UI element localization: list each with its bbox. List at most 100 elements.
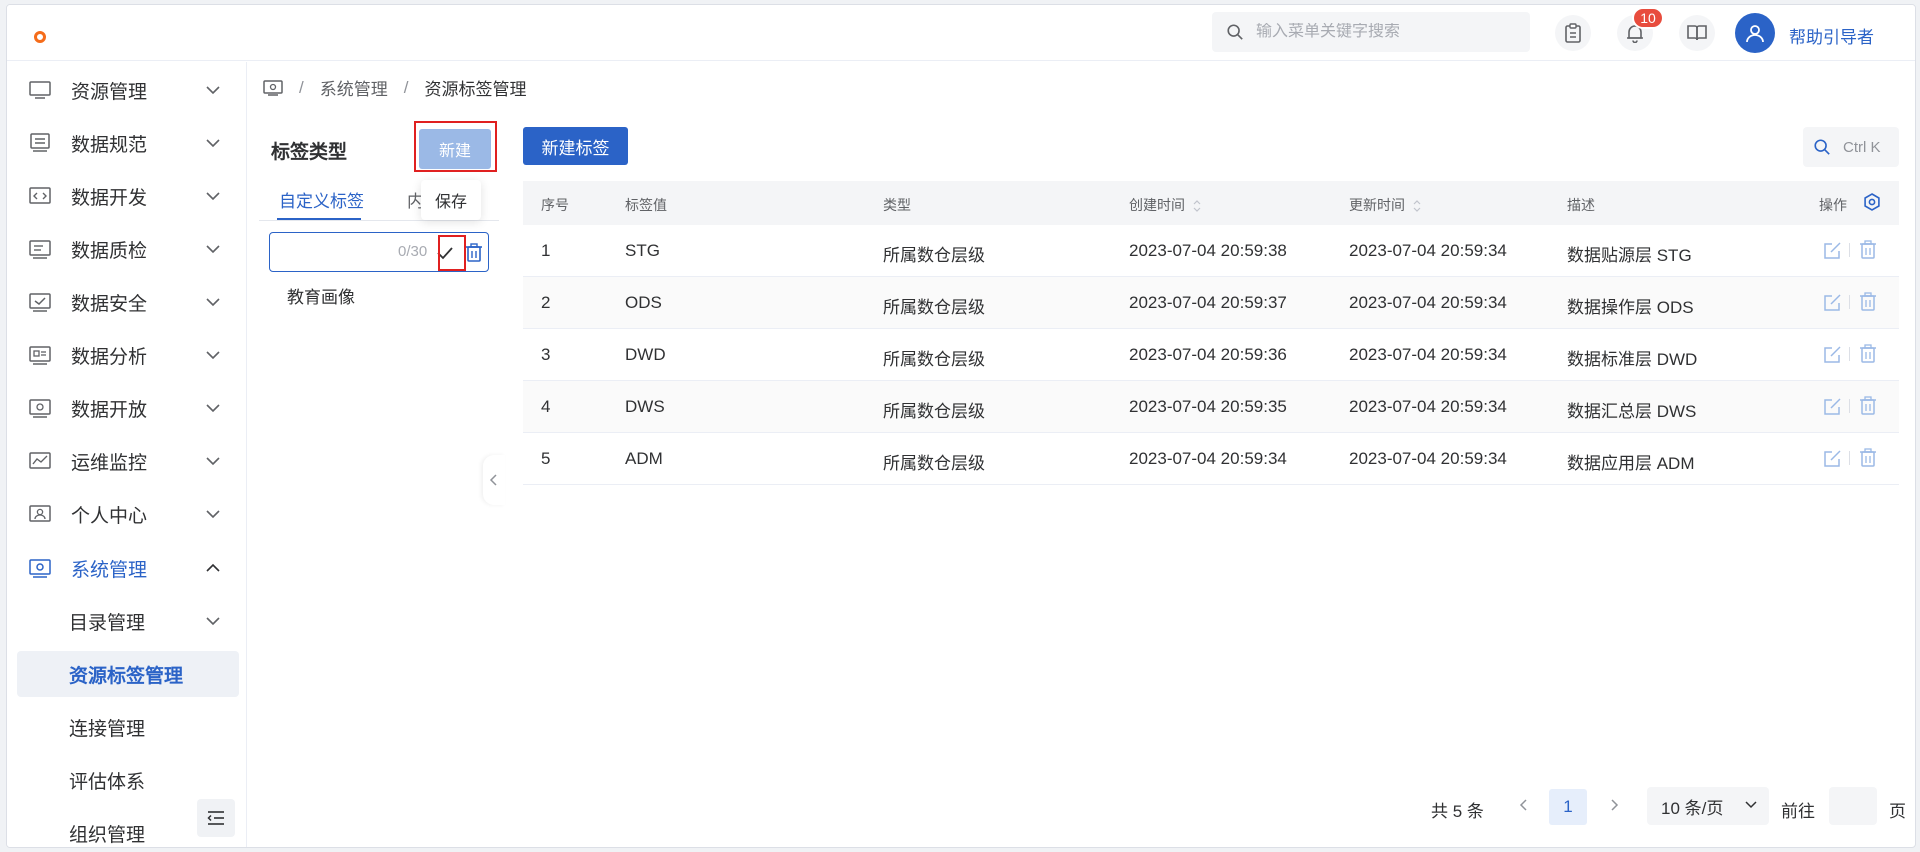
- sidebar-item-quality[interactable]: 数据质检: [7, 227, 246, 271]
- edit-icon[interactable]: [1823, 240, 1843, 260]
- column-header-desc: 描述: [1567, 197, 1595, 213]
- page-size-select[interactable]: 10 条/页: [1647, 787, 1769, 825]
- column-header-label: 创建时间: [1129, 197, 1185, 213]
- save-tooltip: 保存: [421, 180, 481, 220]
- breadcrumb-current: 资源标签管理: [424, 80, 527, 99]
- sidebar-item-resource[interactable]: 资源管理: [7, 68, 246, 112]
- cell-index: 2: [541, 293, 551, 312]
- cell-desc: 数据汇总层 DWS: [1567, 402, 1697, 421]
- guide-book-button[interactable]: [1679, 15, 1715, 51]
- tab-custom-tags[interactable]: 自定义标签: [279, 187, 364, 212]
- action-divider: [1849, 243, 1850, 257]
- trash-icon[interactable]: [1859, 240, 1877, 260]
- trash-icon[interactable]: [465, 243, 483, 263]
- chevron-down-icon: [206, 510, 220, 519]
- chevron-down-icon: [206, 617, 220, 626]
- cell-type: 所属数仓层级: [883, 454, 985, 473]
- sidebar-subitem-resource-tags[interactable]: 资源标签管理: [17, 651, 239, 697]
- cell-created: 2023-07-04 20:59:36: [1129, 345, 1287, 364]
- collapse-menu-icon: [207, 811, 224, 825]
- sidebar-item-analysis[interactable]: 数据分析: [7, 333, 246, 377]
- trash-icon[interactable]: [1859, 292, 1877, 312]
- tag-type-name-input[interactable]: [276, 239, 386, 265]
- edit-icon[interactable]: [1823, 292, 1843, 312]
- goto-label: 前往: [1781, 802, 1815, 821]
- analytics-icon: [29, 346, 51, 365]
- edit-icon[interactable]: [1823, 344, 1843, 364]
- cell-value: DWS: [625, 397, 665, 416]
- cell-value: STG: [625, 241, 660, 260]
- sidebar-subitem-label: 评估体系: [69, 771, 146, 793]
- menu-search-box[interactable]: [1212, 12, 1530, 52]
- trash-icon[interactable]: [1859, 344, 1877, 364]
- cell-desc: 数据操作层 ODS: [1567, 298, 1694, 317]
- column-header-updated[interactable]: 更新时间: [1349, 195, 1421, 215]
- cell-index: 4: [541, 397, 551, 416]
- sidebar-item-label: 资源管理: [71, 81, 148, 103]
- tag-type-input-group: 0/30: [269, 232, 489, 272]
- breadcrumb-separator: /: [299, 77, 304, 97]
- tag-type-item[interactable]: 教育画像: [287, 283, 355, 308]
- tag-list-panel: 新建标签 Ctrl K 序号 标签值 类型 创建时间 更新时间 描述 操作 1 …: [511, 115, 1911, 839]
- column-header-created[interactable]: 创建时间: [1129, 195, 1201, 215]
- sidebar-item-standards[interactable]: 数据规范: [7, 121, 246, 165]
- chevron-down-icon: [206, 298, 220, 307]
- page-size-value: 10 条/页: [1661, 798, 1724, 818]
- sort-icon[interactable]: [1413, 200, 1421, 213]
- edit-icon[interactable]: [1823, 396, 1843, 416]
- edit-icon[interactable]: [1823, 448, 1843, 468]
- breadcrumb-system[interactable]: 系统管理: [320, 75, 388, 100]
- column-header-type: 类型: [883, 197, 911, 213]
- sidebar-item-personal[interactable]: 个人中心: [7, 492, 246, 536]
- table-search-button[interactable]: Ctrl K: [1803, 127, 1899, 167]
- chevron-down-icon: [206, 86, 220, 95]
- cell-type: 所属数仓层级: [883, 402, 985, 421]
- sidebar-subitem-label: 资源标签管理: [69, 665, 184, 687]
- cell-desc: 数据应用层 ADM: [1567, 454, 1695, 473]
- menu-search-input[interactable]: [1256, 23, 1516, 41]
- sidebar-subitem-label: 组织管理: [69, 824, 146, 846]
- check-icon[interactable]: [435, 243, 455, 263]
- chevron-right-icon[interactable]: [1609, 797, 1619, 813]
- cell-index: 3: [541, 345, 551, 364]
- username[interactable]: 帮助引导者: [1789, 23, 1874, 48]
- sidebar-item-development[interactable]: 数据开发: [7, 174, 246, 218]
- avatar[interactable]: [1735, 13, 1775, 53]
- cell-type: 所属数仓层级: [883, 298, 985, 317]
- database-icon: [30, 133, 50, 152]
- new-tag-button[interactable]: 新建标签: [523, 127, 628, 165]
- trash-icon[interactable]: [1859, 396, 1877, 416]
- pagination-page-current[interactable]: 1: [1549, 789, 1587, 825]
- panel-collapse-handle[interactable]: [483, 455, 505, 505]
- cell-created: 2023-07-04 20:59:34: [1129, 449, 1287, 468]
- char-counter: 0/30: [398, 243, 428, 260]
- monitor-icon: [29, 81, 51, 99]
- pagination-total: 共 5 条: [1431, 802, 1484, 821]
- sidebar-item-open[interactable]: 数据开放: [7, 386, 246, 430]
- clipboard-button[interactable]: [1555, 15, 1591, 51]
- sidebar-item-system[interactable]: 系统管理: [7, 546, 246, 590]
- system-settings-icon: [29, 559, 51, 578]
- goto-page-input[interactable]: [1829, 787, 1877, 825]
- new-tag-type-button[interactable]: 新建: [419, 129, 491, 169]
- active-tab-indicator: [277, 218, 361, 220]
- sidebar-item-label: 数据安全: [71, 293, 148, 315]
- chevron-left-icon[interactable]: [1519, 797, 1529, 813]
- sort-icon[interactable]: [1193, 200, 1201, 213]
- clipboard-icon: [1565, 23, 1581, 43]
- sidebar-item-security[interactable]: 数据安全: [7, 280, 246, 324]
- sidebar-subitem-connections[interactable]: 连接管理: [17, 704, 239, 750]
- cell-updated: 2023-07-04 20:59:34: [1349, 345, 1507, 364]
- cell-value: ODS: [625, 293, 662, 312]
- sidebar-collapse-button[interactable]: [197, 799, 235, 837]
- chevron-down-icon: [1745, 801, 1757, 809]
- column-settings-icon[interactable]: [1863, 193, 1881, 211]
- home-monitor-icon[interactable]: [263, 79, 283, 96]
- sidebar-item-monitoring[interactable]: 运维监控: [7, 439, 246, 483]
- sidebar: 资源管理 数据规范 数据开发 数据质检 数据安全 数据分析 数据开放 运维监控 …: [7, 62, 247, 847]
- logo-icon: [34, 31, 46, 43]
- sidebar-subitem-evaluation[interactable]: 评估体系: [17, 757, 239, 803]
- chevron-down-icon: [206, 457, 220, 466]
- sidebar-subitem-catalog[interactable]: 目录管理: [17, 598, 239, 644]
- trash-icon[interactable]: [1859, 448, 1877, 468]
